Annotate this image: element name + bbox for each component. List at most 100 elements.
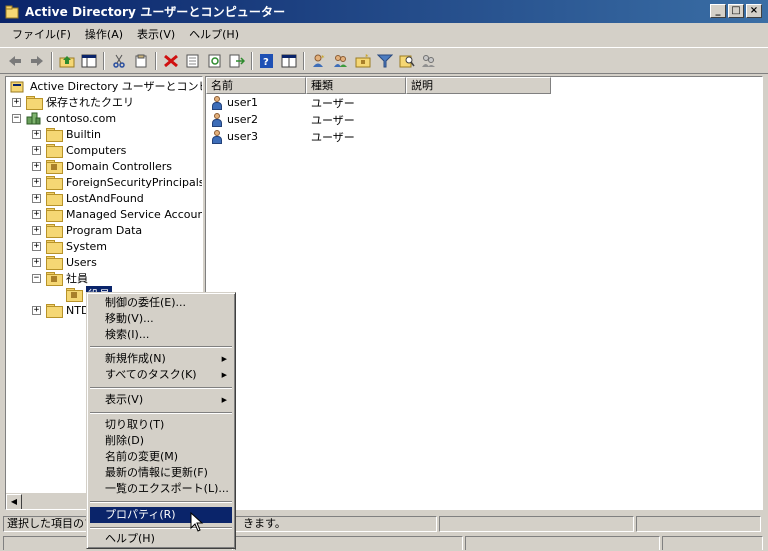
user-name: user3 [227, 130, 258, 143]
tree-item-program-data[interactable]: + Program Data [32, 222, 142, 238]
maximize-button[interactable]: □ [728, 4, 744, 18]
menu-item-delete[interactable]: 削除(D) [90, 433, 232, 449]
tree-root-label: Active Directory ユーザーとコンピュ [30, 80, 203, 93]
column-header-name[interactable]: 名前 [206, 77, 306, 94]
new-group-icon[interactable] [331, 51, 351, 71]
menu-item-delegate-control[interactable]: 制御の委任(E)... [90, 295, 232, 311]
show-hide-tree-icon[interactable] [79, 51, 99, 71]
expand-icon[interactable]: + [32, 161, 41, 171]
folder-icon [46, 144, 63, 158]
expand-icon[interactable]: + [32, 177, 41, 187]
tree-root[interactable]: Active Directory ユーザーとコンピュ [10, 78, 203, 94]
menu-item-label: 新規作成(N) [105, 352, 166, 365]
tree-item-ntds-quotas[interactable]: + NTD [32, 302, 89, 318]
folder-icon [46, 304, 63, 318]
back-icon[interactable] [5, 51, 25, 71]
collapse-icon[interactable]: − [12, 113, 21, 123]
properties-icon[interactable] [183, 51, 203, 71]
menu-bar: ファイル(F) 操作(A) 表示(V) ヘルプ(H) [0, 25, 768, 45]
tree-item-domain-controllers[interactable]: + Domain Controllers [32, 158, 172, 174]
export-icon[interactable] [227, 51, 247, 71]
menu-action[interactable]: 操作(A) [78, 26, 130, 44]
tree-item-managed-service-accounts[interactable]: + Managed Service Accoun [32, 206, 202, 222]
list-pane[interactable]: 名前 種類 説明 user1 ユーザー user2 ユーザー user3 ユーザ… [205, 76, 763, 510]
user-icon [210, 95, 224, 110]
filter-icon[interactable] [375, 51, 395, 71]
console-icon[interactable] [279, 51, 299, 71]
menu-item-view[interactable]: 表示(V) ▶ [90, 392, 232, 408]
menu-item-cut[interactable]: 切り取り(T) [90, 417, 232, 433]
menu-separator [90, 501, 232, 503]
menu-item-label: すべてのタスク(K) [105, 368, 197, 381]
list-item[interactable]: user2 ユーザー [210, 111, 411, 128]
tree-item-domain[interactable]: − contoso.com [12, 110, 116, 126]
tree-item-foreign-security-principals[interactable]: + ForeignSecurityPrincipals [32, 174, 202, 190]
tree-item-lost-and-found[interactable]: + LostAndFound [32, 190, 144, 206]
menu-item-label: 表示(V) [105, 393, 144, 406]
expand-icon[interactable]: + [32, 129, 41, 139]
ou-icon [66, 288, 83, 302]
scroll-left-icon[interactable]: ◀ [6, 494, 22, 509]
user-type: ユーザー [311, 96, 355, 110]
toolbar-separator [303, 51, 305, 70]
expand-icon[interactable]: + [32, 209, 41, 219]
mouse-cursor-icon [190, 511, 206, 534]
close-button[interactable]: × [746, 4, 762, 18]
expand-icon[interactable]: + [32, 305, 41, 315]
refresh-icon[interactable] [205, 51, 225, 71]
menu-separator [90, 387, 232, 389]
tree-item-builtin[interactable]: + Builtin [32, 126, 101, 142]
menu-item-export-list[interactable]: 一覧のエクスポート(L)... [90, 481, 232, 497]
title-bar[interactable]: Active Directory ユーザーとコンピューター _ □ × [0, 0, 768, 23]
tree-item-saved-queries[interactable]: + 保存されたクエリ [12, 94, 134, 110]
new-ou-icon[interactable]: * [353, 51, 373, 71]
menu-item-new[interactable]: 新規作成(N) ▶ [90, 351, 232, 367]
status-panel [465, 536, 660, 550]
list-item[interactable]: user1 ユーザー [210, 94, 411, 111]
forward-icon[interactable] [27, 51, 47, 71]
menu-help[interactable]: ヘルプ(H) [182, 26, 246, 44]
add-to-group-icon[interactable] [419, 51, 439, 71]
copy-icon[interactable] [131, 51, 151, 71]
tree-item-label: Computers [66, 143, 127, 157]
delete-icon[interactable] [161, 51, 181, 71]
column-header-description[interactable]: 説明 [406, 77, 551, 94]
find-icon[interactable] [397, 51, 417, 71]
expand-icon[interactable]: + [32, 225, 41, 235]
menu-item-all-tasks[interactable]: すべてのタスク(K) ▶ [90, 367, 232, 383]
menu-item-rename[interactable]: 名前の変更(M) [90, 449, 232, 465]
menu-item-help[interactable]: ヘルプ(H) [90, 531, 232, 547]
status-panel [439, 516, 634, 532]
menu-item-move[interactable]: 移動(V)... [90, 311, 232, 327]
folder-icon [46, 192, 63, 206]
tree-item-label: 保存されたクエリ [46, 96, 134, 109]
cut-icon[interactable] [109, 51, 129, 71]
list-header: 名前 種類 説明 [206, 77, 551, 94]
menu-item-find[interactable]: 検索(I)... [90, 327, 232, 343]
expand-icon[interactable]: + [12, 97, 21, 107]
expand-icon[interactable]: + [32, 193, 41, 203]
svg-text:*: * [365, 54, 369, 61]
list-item[interactable]: user3 ユーザー [210, 128, 411, 145]
menu-view[interactable]: 表示(V) [130, 26, 182, 44]
user-type: ユーザー [311, 130, 355, 144]
expand-icon[interactable]: + [32, 145, 41, 155]
expand-icon[interactable]: + [32, 241, 41, 251]
minimize-button[interactable]: _ [710, 4, 726, 18]
up-icon[interactable] [57, 51, 77, 71]
help-icon[interactable]: ? [257, 51, 277, 71]
tree-item-label: Users [66, 255, 97, 269]
tree-item-users[interactable]: + Users [32, 254, 97, 270]
menu-item-properties[interactable]: プロパティ(R) [90, 507, 232, 523]
tree-item-label: System [66, 239, 108, 253]
expand-icon[interactable]: + [32, 257, 41, 267]
column-header-type[interactable]: 種類 [306, 77, 406, 94]
tree-item-system[interactable]: + System [32, 238, 107, 254]
new-user-icon[interactable]: * [309, 51, 329, 71]
tree-item-employees[interactable]: − 社員 [32, 270, 88, 286]
menu-file[interactable]: ファイル(F) [5, 26, 78, 44]
collapse-icon[interactable]: − [32, 273, 41, 283]
tree-item-computers[interactable]: + Computers [32, 142, 126, 158]
ou-icon [46, 272, 63, 286]
menu-item-refresh[interactable]: 最新の情報に更新(F) [90, 465, 232, 481]
